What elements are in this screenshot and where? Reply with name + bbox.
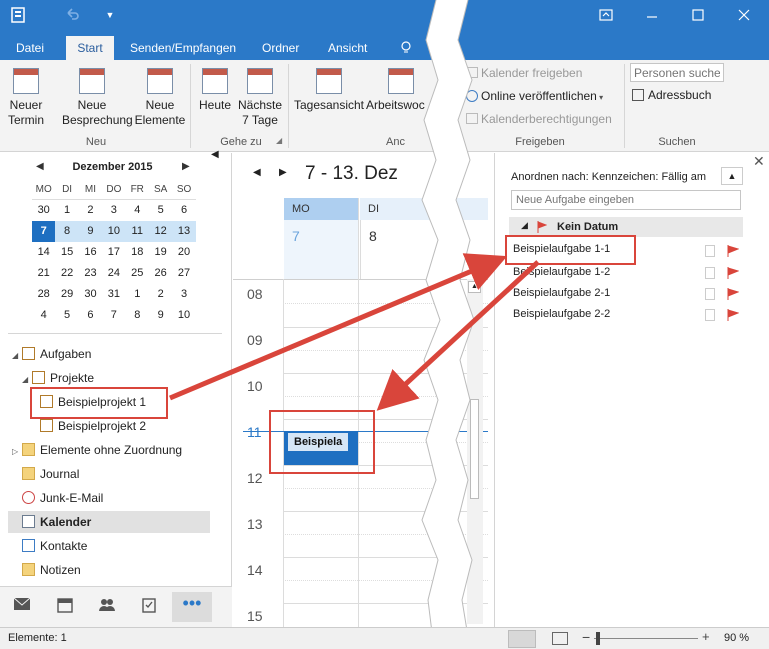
annotation-arrows (169, 253, 540, 411)
